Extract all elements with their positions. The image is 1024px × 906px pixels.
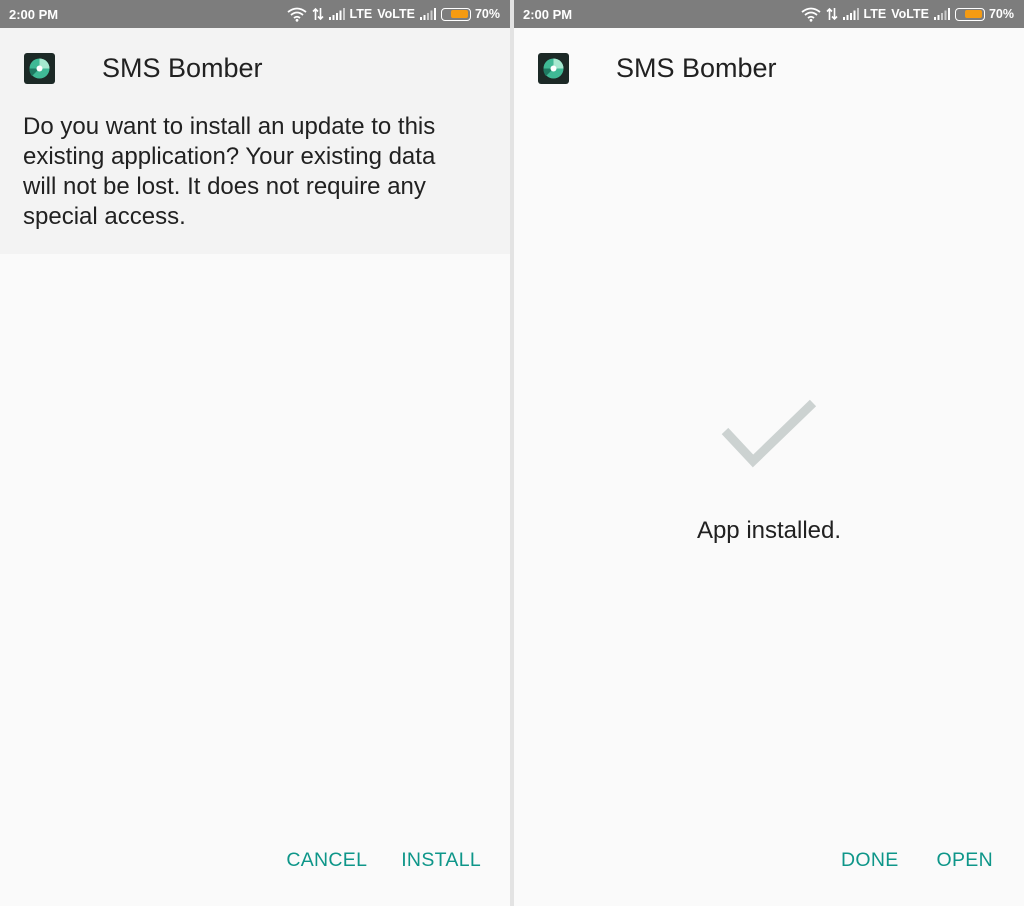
signal-icon (842, 8, 859, 20)
wifi-icon (286, 7, 307, 22)
battery-level-fill (450, 10, 469, 18)
install-prompt-screen: 2:00 PM LTE VoLTE 70% SMS Bomber Do you … (0, 0, 510, 906)
status-bar: 2:00 PM LTE VoLTE 70% (0, 0, 510, 28)
install-update-message: Do you want to install an update to this… (23, 113, 436, 230)
battery-icon: 70% (954, 7, 1014, 21)
status-indicators: LTE VoLTE 70% (800, 7, 1014, 22)
status-time: 2:00 PM (9, 6, 59, 22)
signal-icon (419, 8, 436, 20)
battery-icon: 70% (440, 7, 500, 21)
install-result-screen: 2:00 PM LTE VoLTE 70% SMS Bomber App ins… (514, 0, 1024, 906)
network-type-label: VoLTE (891, 7, 929, 21)
battery-percentage: 70% (474, 7, 500, 21)
app-icon (538, 52, 569, 84)
network-type-label: VoLTE (377, 7, 415, 21)
app-icon (24, 52, 55, 84)
app-installed-message: App installed. (696, 517, 842, 544)
network-type-label: LTE (349, 7, 373, 21)
network-type-label: LTE (863, 7, 887, 21)
status-indicators: LTE VoLTE 70% (286, 7, 500, 22)
app-name: SMS Bomber (102, 52, 263, 83)
dialog-button-bar: DONE OPEN (841, 845, 1024, 876)
battery-level-fill (964, 10, 983, 18)
cancel-button[interactable]: CANCEL (286, 845, 367, 876)
done-button[interactable]: DONE (841, 845, 899, 876)
status-time: 2:00 PM (523, 6, 573, 22)
status-bar: 2:00 PM LTE VoLTE 70% (514, 0, 1024, 28)
app-name: SMS Bomber (616, 52, 777, 83)
open-button[interactable]: OPEN (937, 845, 993, 876)
data-transfer-icon (825, 7, 838, 21)
data-transfer-icon (311, 7, 324, 21)
dialog-button-bar: CANCEL INSTALL (286, 845, 510, 876)
wifi-icon (800, 7, 821, 22)
install-result-header: SMS Bomber (514, 28, 1024, 108)
signal-icon (933, 8, 950, 20)
install-result-area: App installed. (514, 395, 1024, 545)
signal-icon (328, 8, 345, 20)
app-title-row: SMS Bomber (514, 28, 1024, 108)
app-title-row: SMS Bomber (0, 28, 510, 108)
checkmark-icon (721, 399, 817, 468)
install-prompt-header: SMS Bomber Do you want to install an upd… (0, 28, 510, 254)
battery-percentage: 70% (988, 7, 1014, 21)
install-button[interactable]: INSTALL (401, 845, 481, 876)
